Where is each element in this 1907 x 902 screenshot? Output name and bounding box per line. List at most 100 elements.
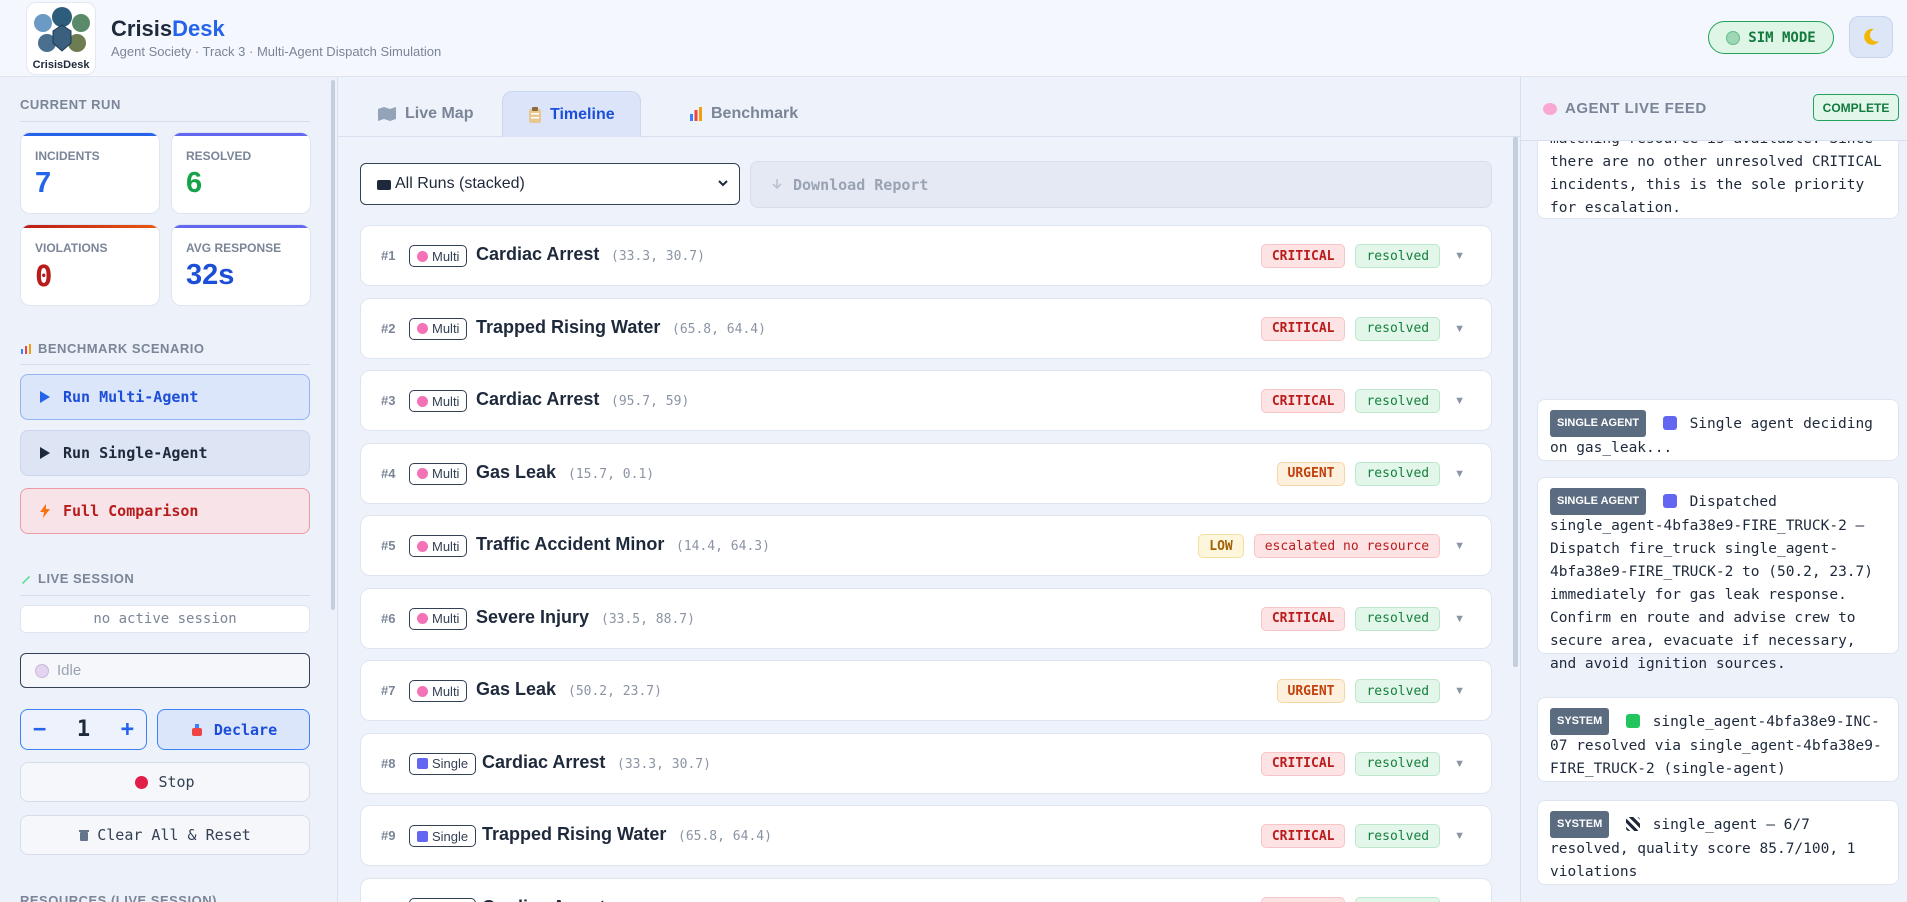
priority-badge: CRITICAL [1260,751,1346,776]
stat-label: AVG RESPONSE [186,241,282,255]
chevron-down-icon[interactable]: ▼ [1454,685,1465,697]
brain-icon [417,540,428,552]
incident-row[interactable]: #4 Multi Gas Leak (15.7, 0.1) URGENT resolved… [360,442,1492,504]
incident-index: #3 [381,393,396,408]
stepper-decrement-button[interactable]: − [33,717,46,742]
current-run-title: CURRENT RUN [20,97,121,112]
download-report-button[interactable]: Download Report [750,161,1492,208]
priority-badge: CRITICAL [1260,824,1346,848]
moon-icon [1864,28,1879,45]
robot-icon [417,830,428,842]
tab-live-map[interactable]: Live Map [352,91,498,137]
full-comparison-button[interactable]: Full Comparison [20,488,310,534]
play-icon [40,447,50,459]
row-status-group: CRITICAL resolved ▼ [1260,316,1465,341]
declare-button[interactable]: Declare [157,709,310,750]
siren-icon [191,723,202,736]
row-status-group: CRITICAL resolved ▼ [1260,244,1465,268]
tab-timeline[interactable]: Timeline [502,91,641,137]
agent-type-badge: Multi [409,535,468,557]
stat-resolved: RESOLVED 6 [171,132,311,214]
agent-type-label: Single [432,828,469,844]
row-status-group: CRITICAL resolved ▼ [1260,606,1465,631]
incident-row[interactable]: #3 Multi Cardiac Arrest (95.7, 59) CRITICAL r… [360,370,1492,431]
incident-row[interactable]: #10SingleCardiac Arrest(95.7, 59)CRITICA… [360,877,1492,902]
stepper-increment-button[interactable]: + [121,717,134,742]
incident-index: #8 [381,755,396,771]
benchmark-title-label: BENCHMARK SCENARIO [38,341,205,356]
incident-coordinates: (14.4, 64.3) [676,539,770,554]
robot-icon [1662,416,1677,430]
status-badge: resolved [1355,461,1441,486]
incident-row[interactable]: #1 Multi Cardiac Arrest (33.3, 30.7) CRITICA… [360,225,1492,286]
incident-coordinates: (50.2, 23.7) [568,684,662,699]
sidebar-scrollbar[interactable] [331,80,335,610]
agent-type-badge: Single [409,752,477,775]
feed-card-tag: SYSTEM [1550,708,1610,735]
priority-badge: LOW [1198,534,1244,558]
run-filter-select[interactable]: All Runs (stacked) [360,163,740,205]
incident-row[interactable]: #2 Multi Trapped Rising Water (65.8, 64.4) C… [360,297,1492,359]
divider [20,364,310,365]
logo-emblem-icon [34,7,90,52]
priority-badge: CRITICAL [1260,244,1346,268]
agent-type-badge: Multi [409,317,468,340]
play-icon [40,391,50,403]
sim-mode-badge[interactable]: SIM MODE [1708,21,1834,54]
theme-toggle-button[interactable] [1849,16,1893,58]
clipboard-icon [529,106,541,123]
chevron-down-icon[interactable]: ▼ [1454,613,1465,625]
agent-type-label: Multi [432,321,460,336]
run-multi-agent-button[interactable]: Run Multi-Agent [20,374,310,420]
tab-benchmark[interactable]: Benchmark [664,91,823,137]
agent-type-label: Multi [432,393,460,409]
tab-label: Timeline [550,105,615,123]
robot-icon [417,758,428,769]
sim-mode-dot-icon [1726,30,1741,45]
status-badge: resolved [1355,606,1441,631]
app-title: CrisisDesk [111,16,225,42]
chevron-down-icon[interactable]: ▼ [1454,323,1465,335]
chevron-down-icon[interactable]: ▼ [1454,540,1465,552]
timeline-scrollbar[interactable] [1513,137,1518,667]
agent-type-badge: Single [409,825,477,847]
incident-index: #9 [381,828,396,843]
incident-row[interactable]: #7 Multi Gas Leak (50.2, 23.7) URGENT resolve… [360,660,1492,721]
chevron-down-icon[interactable]: ▼ [1454,758,1465,770]
dashboard-icon [377,180,391,190]
incident-row[interactable]: #9 Single Trapped Rising Water (65.8, 64.4)… [360,805,1492,866]
row-status-group: CRITICAL resolved ▼ [1260,751,1465,776]
clear-reset-button[interactable]: Clear All & Reset [20,815,310,855]
feed-card-tag: SYSTEM [1550,811,1610,838]
agent-type-label: Multi [432,466,460,481]
feed-card: SINGLE AGENT Dispatched single_agent-4bf… [1537,477,1899,672]
stat-avg-response: AVG RESPONSE 32s [171,224,311,306]
tab-label: Live Map [405,105,474,122]
chevron-down-icon[interactable]: ▼ [1454,468,1465,480]
quantity-stepper[interactable]: − 1 + [20,709,147,750]
priority-badge: CRITICAL [1260,389,1346,413]
chevron-down-icon[interactable]: ▼ [1454,830,1465,842]
app-subtitle: Agent Society · Track 3 · Multi-Agent Di… [111,44,442,59]
stat-accent-bar [21,225,159,228]
download-icon [772,178,782,189]
incident-row[interactable]: #6 Multi Severe Injury (33.5, 88.7) CRITICAL… [360,587,1492,649]
run-single-agent-button[interactable]: Run Single-Agent [20,430,310,476]
chevron-down-icon[interactable]: ▼ [1454,395,1465,407]
feed-card: assignment within one allocation cycle. … [1537,133,1899,219]
agent-type-label: Single [432,756,469,771]
incident-row[interactable]: #8 Single Cardiac Arrest (33.3, 30.7) CRITIC… [360,732,1492,794]
brain-icon [417,250,428,262]
agent-type-badge: Single [409,897,477,902]
incident-index: #6 [381,610,396,626]
bar-chart-icon [690,107,702,121]
tab-label: Benchmark [711,105,799,122]
complete-badge: COMPLETE [1813,94,1899,121]
incident-type-input[interactable]: Idle [20,653,310,688]
stop-button[interactable]: Stop [20,762,310,802]
stat-label: VIOLATIONS [35,241,108,255]
stat-value: 7 [35,167,52,199]
incident-row[interactable]: #5 Multi Traffic Accident Minor (14.4, 64.3… [360,515,1492,576]
chevron-down-icon[interactable]: ▼ [1454,250,1465,262]
feed-header: AGENT LIVE FEED COMPLETE [1521,77,1907,141]
